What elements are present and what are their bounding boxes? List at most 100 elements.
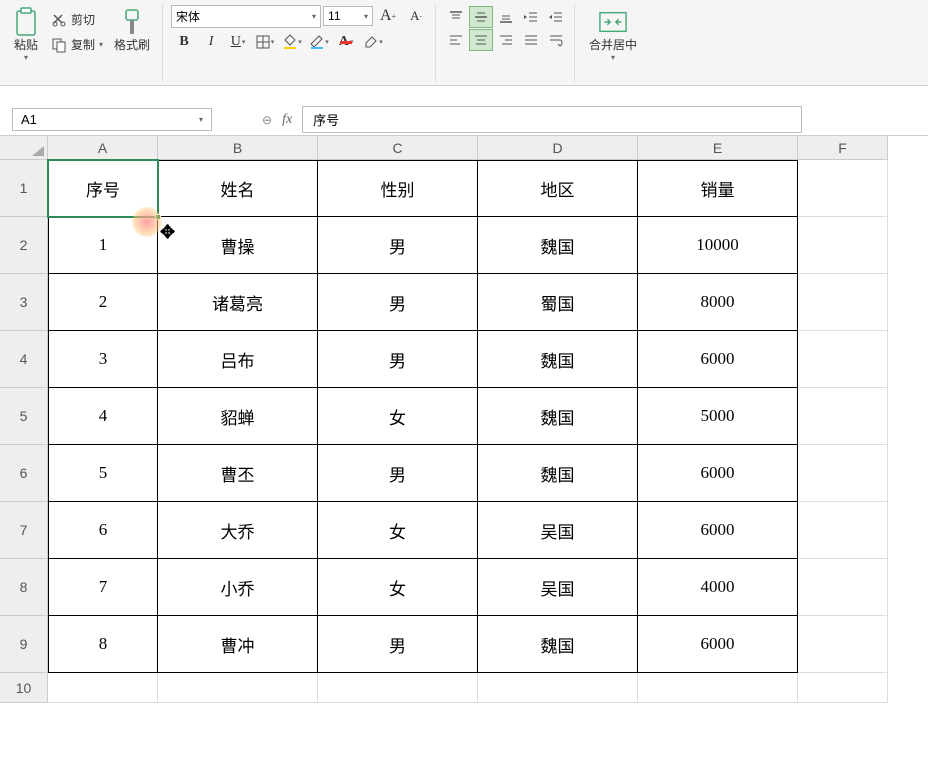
row-header-3[interactable]: 3	[0, 274, 48, 331]
cell-C8[interactable]: 女	[318, 559, 478, 616]
cell-F7[interactable]	[798, 502, 888, 559]
cell-D2[interactable]: 魏国	[478, 217, 638, 274]
justify-button[interactable]	[519, 29, 543, 51]
row-header-1[interactable]: 1	[0, 160, 48, 217]
increase-font-button[interactable]: A+	[375, 4, 401, 28]
cell-F2[interactable]	[798, 217, 888, 274]
cell-D7[interactable]: 吴国	[478, 502, 638, 559]
row-header-10[interactable]: 10	[0, 673, 48, 703]
cell-F10[interactable]	[798, 673, 888, 703]
cell-A7[interactable]: 6	[48, 502, 158, 559]
cell-B1[interactable]: 姓名	[158, 160, 318, 217]
cell-F3[interactable]	[798, 274, 888, 331]
cell-C2[interactable]: 男	[318, 217, 478, 274]
cell-C7[interactable]: 女	[318, 502, 478, 559]
select-all-corner[interactable]	[0, 136, 48, 160]
cell-E3[interactable]: 8000	[638, 274, 798, 331]
cell-C4[interactable]: 男	[318, 331, 478, 388]
cell-F5[interactable]	[798, 388, 888, 445]
row-header-4[interactable]: 4	[0, 331, 48, 388]
row-header-7[interactable]: 7	[0, 502, 48, 559]
cell-C1[interactable]: 性别	[318, 160, 478, 217]
cell-C3[interactable]: 男	[318, 274, 478, 331]
cut-button[interactable]: 剪切	[46, 8, 108, 31]
row-header-5[interactable]: 5	[0, 388, 48, 445]
underline-button[interactable]: U▾	[225, 30, 251, 54]
decrease-font-button[interactable]: A-	[403, 4, 429, 28]
cell-A9[interactable]: 8	[48, 616, 158, 673]
cell-E1[interactable]: 销量	[638, 160, 798, 217]
cell-D4[interactable]: 魏国	[478, 331, 638, 388]
row-header-2[interactable]: 2	[0, 217, 48, 274]
cell-E5[interactable]: 5000	[638, 388, 798, 445]
decrease-indent-button[interactable]	[519, 6, 543, 28]
formula-input[interactable]: 序号	[302, 106, 802, 133]
merge-center-button[interactable]: 合并居中 ▾	[583, 4, 643, 66]
cell-A3[interactable]: 2	[48, 274, 158, 331]
highlight-button[interactable]: ▾	[306, 30, 332, 54]
fx-icon[interactable]: fx	[282, 112, 292, 128]
eraser-button[interactable]: ▾	[360, 30, 386, 54]
cell-A8[interactable]: 7	[48, 559, 158, 616]
cell-B4[interactable]: 吕布	[158, 331, 318, 388]
align-bottom-button[interactable]	[494, 6, 518, 28]
cell-F8[interactable]	[798, 559, 888, 616]
font-color-button[interactable]: A ▾	[333, 30, 359, 54]
cell-A6[interactable]: 5	[48, 445, 158, 502]
column-header-C[interactable]: C	[318, 136, 478, 160]
column-header-E[interactable]: E	[638, 136, 798, 160]
column-header-D[interactable]: D	[478, 136, 638, 160]
font-size-select[interactable]: 11 ▾	[323, 6, 373, 26]
cell-A5[interactable]: 4	[48, 388, 158, 445]
cell-D10[interactable]	[478, 673, 638, 703]
align-left-button[interactable]	[444, 29, 468, 51]
cell-B9[interactable]: 曹冲	[158, 616, 318, 673]
cell-D9[interactable]: 魏国	[478, 616, 638, 673]
column-header-B[interactable]: B	[158, 136, 318, 160]
cell-E6[interactable]: 6000	[638, 445, 798, 502]
font-name-select[interactable]: 宋体 ▾	[171, 5, 321, 28]
cell-E9[interactable]: 6000	[638, 616, 798, 673]
cell-B3[interactable]: 诸葛亮	[158, 274, 318, 331]
italic-button[interactable]: I	[198, 30, 224, 54]
fill-color-button[interactable]: ▾	[279, 30, 305, 54]
cell-D5[interactable]: 魏国	[478, 388, 638, 445]
cell-A4[interactable]: 3	[48, 331, 158, 388]
paste-button[interactable]: 粘贴 ▾	[6, 4, 46, 66]
cell-A2[interactable]: 1	[48, 217, 158, 274]
column-header-F[interactable]: F	[798, 136, 888, 160]
copy-button[interactable]: 复制 ▾	[46, 33, 108, 56]
align-center-button[interactable]	[469, 29, 493, 51]
cell-F9[interactable]	[798, 616, 888, 673]
cell-E2[interactable]: 10000	[638, 217, 798, 274]
cell-C6[interactable]: 男	[318, 445, 478, 502]
cell-B2[interactable]: 曹操	[158, 217, 318, 274]
cell-F4[interactable]	[798, 331, 888, 388]
row-header-9[interactable]: 9	[0, 616, 48, 673]
cell-D3[interactable]: 蜀国	[478, 274, 638, 331]
wrap-text-button[interactable]	[544, 29, 568, 51]
cell-C9[interactable]: 男	[318, 616, 478, 673]
fill-handle[interactable]	[155, 214, 161, 220]
cell-D1[interactable]: 地区	[478, 160, 638, 217]
cell-B8[interactable]: 小乔	[158, 559, 318, 616]
cell-B6[interactable]: 曹丕	[158, 445, 318, 502]
cell-A10[interactable]	[48, 673, 158, 703]
align-middle-button[interactable]	[469, 6, 493, 28]
cell-B10[interactable]	[158, 673, 318, 703]
border-button[interactable]: ▾	[252, 30, 278, 54]
row-header-6[interactable]: 6	[0, 445, 48, 502]
cell-E10[interactable]	[638, 673, 798, 703]
format-painter-button[interactable]: 格式刷	[108, 4, 156, 57]
align-top-button[interactable]	[444, 6, 468, 28]
cell-C5[interactable]: 女	[318, 388, 478, 445]
cell-C10[interactable]	[318, 673, 478, 703]
cell-D6[interactable]: 魏国	[478, 445, 638, 502]
increase-indent-button[interactable]	[544, 6, 568, 28]
cell-A1[interactable]: 序号	[48, 160, 158, 217]
cell-D8[interactable]: 吴国	[478, 559, 638, 616]
align-right-button[interactable]	[494, 29, 518, 51]
cell-E4[interactable]: 6000	[638, 331, 798, 388]
row-header-8[interactable]: 8	[0, 559, 48, 616]
cell-F6[interactable]	[798, 445, 888, 502]
